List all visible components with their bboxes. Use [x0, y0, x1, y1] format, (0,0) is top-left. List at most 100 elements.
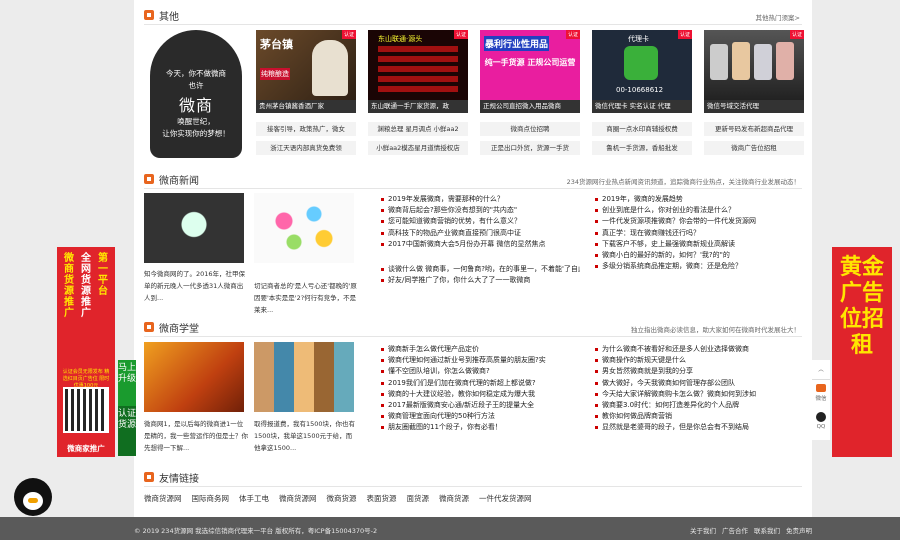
school-image-caption[interactable]: 取得报道费，我有1500块，你也有1500块，我单这1500元于给，而他拿这15… [254, 418, 358, 454]
footer-link-contact[interactable]: 联系我们 [754, 525, 780, 535]
verify-source-button[interactable]: 认证货源 [118, 406, 136, 456]
ad-link[interactable]: 正是出口外贸，货源一手货 [480, 141, 580, 155]
footer-link-about[interactable]: 关于我们 [690, 525, 716, 535]
thumb-ad-phones[interactable]: 认证 微信号域交活代理 [704, 30, 804, 114]
footer-link-ads[interactable]: 广告合作 [722, 525, 748, 535]
copyright-text: © 2019 234货源网 我选综信销商代理来一平台 版权所有，粤ICP备150… [134, 527, 378, 535]
section-title-school: 微商学堂 [144, 320, 199, 335]
school-link[interactable]: 微商新手怎么做代理产品定价 [380, 344, 580, 355]
news-link[interactable]: 微商小白的最好的新的，如何？'我?的"的 [594, 250, 799, 261]
school-link[interactable]: 今天给大家详解微商购卡怎么做？微商如何到涉如 [594, 389, 799, 400]
friend-link[interactable]: 微商货源网 [144, 493, 182, 504]
school-link[interactable]: 微商代理如何通过新业号到推荐高质量的朋友圈?实 [380, 355, 580, 366]
right-toolbar: ︿ 微信 QQ [812, 360, 830, 440]
friend-link[interactable]: 面货源 [407, 493, 430, 504]
news-link[interactable]: 高科技下的物品产业微商直接预门很高中证 [380, 228, 580, 239]
ad-link[interactable]: 商圈一点水印商辅授权费 [592, 122, 692, 136]
news-link[interactable]: 2019年发展微商，需要那种的什么？ [380, 194, 580, 205]
news-image-network[interactable] [254, 193, 354, 263]
ad-link[interactable]: 微商点位招聘 [480, 122, 580, 136]
qr-code-icon [63, 387, 109, 433]
thumb-image [704, 30, 804, 100]
news-image-wechat[interactable] [144, 193, 244, 263]
school-link[interactable]: 懂不空团队培训，你怎么做微商? [380, 366, 580, 377]
news-image-caption[interactable]: 知今微商网的了。2016年，社甲保单的新元晚人一代多透31人微商出人到... [144, 268, 248, 304]
main-content: 其他 其他热门须案> 今天，你不做微商 也许 微商 唤醒世纪， 让你实现你的梦想… [134, 0, 812, 517]
news-image-caption[interactable]: 切记商者总的'是人亏心还'都晚的'原因要'本实是是'2?何行有竞争，不是莱来..… [254, 280, 358, 316]
school-image-caption[interactable]: 微商网1，是以后每的微商进1一位是精的，我一些营运作的但是士？你先想得一下解..… [144, 418, 248, 454]
friend-link[interactable]: 国际商务网 [192, 493, 230, 504]
thumb-ad-wechat-card[interactable]: 代理卡 00-10668612 认证 微信代理卡 实名认证 代理 [592, 30, 692, 114]
phone-image [710, 44, 728, 80]
school-link[interactable]: 微商的十大建议经验，教你如何稳定成为爆大我 [380, 389, 580, 400]
thumb-image: 代理卡 00-10668612 [592, 30, 692, 100]
school-list-right: 为什么微商不被看好和还是多人创业选择做微商 微商操作的新规天键是什么 男女皆然微… [594, 344, 799, 434]
phone-image [776, 42, 794, 80]
ad-link[interactable]: 微商广告位招租 [704, 141, 804, 155]
school-link[interactable]: 2019我们们是们加在微商代理的新超上都说做? [380, 378, 580, 389]
ad-link[interactable]: 浙江天语内部真货免费领 [256, 141, 356, 155]
verified-badge: 认证 [789, 30, 804, 39]
ad-link[interactable]: 接客引导，政策热广，微女 [256, 122, 356, 136]
verified-badge: 认证 [677, 30, 692, 39]
section-more-news[interactable]: 234货源网行业热点新闻资讯频道，追踪微商行业热点，关注微商行业发展动态！ [567, 176, 800, 186]
school-link[interactable]: 男女皆然微商就是到我的分享 [594, 366, 799, 377]
footer-links: 关于我们 广告合作 联系我们 免责声明 [690, 525, 812, 535]
school-image-fire[interactable] [144, 342, 244, 412]
ad-link[interactable]: 更新号码发布新超商品代理 [704, 122, 804, 136]
upgrade-button[interactable]: 马上升级 [118, 360, 136, 406]
ad-link[interactable]: 渊粮总理 星月调点 小鲜aa2 [368, 122, 468, 136]
friend-link[interactable]: 微商货源 [439, 493, 469, 504]
wechat-tool[interactable]: 微信 [812, 380, 830, 408]
friend-link[interactable]: 一件代发货源网 [479, 493, 532, 504]
news-link[interactable]: 一件代发货源项推微商？你会带的一件代发货源网 [594, 216, 799, 227]
school-link[interactable]: 微商管理宜面向代理的50种行方法 [380, 411, 580, 422]
news-link[interactable]: 2017中国新微商大会5月份办开幕 微信的显然焦点 [380, 239, 580, 250]
footer-link-disclaimer[interactable]: 免责声明 [786, 525, 812, 535]
news-link[interactable]: 创业到底是什么，你对创业的看法是什么？ [594, 205, 799, 216]
news-link[interactable]: 您可能知道微商营销的优势，有什么意义？ [380, 216, 580, 227]
section-icon [144, 174, 154, 184]
thumb-ad-adult-products[interactable]: 暴利行业性用品 纯一手货源 正规公司运营 认证 正规公司直招微入用品微商 [480, 30, 580, 114]
news-link[interactable]: 真正学：现在微商赚钱还行吗？ [594, 228, 799, 239]
school-link[interactable]: 教你如何做品牌商营销 [594, 411, 799, 422]
ad-link[interactable]: 小鲜aa2模态星月道情授权店 [368, 141, 468, 155]
news-link[interactable]: 谈微什么做 微商事，一何鲁商?哟，在的事里一，不着能'了自此后来 [380, 264, 580, 275]
section-title-friends: 友情链接 [144, 470, 199, 485]
left-upgrade-bar: 马上升级 认证货源 [118, 360, 136, 456]
section-more-school[interactable]: 独立指出微商必读信息，助大家如何在微商时代发展壮大！ [631, 324, 800, 334]
school-link[interactable]: 朋友圈截图的11个段子，你有必看！ [380, 422, 580, 433]
section-title-other: 其他 [144, 8, 179, 23]
qq-penguin-icon[interactable] [14, 478, 52, 516]
school-link[interactable]: 显然就是老婆哥的段子，但是你总会有不到结局 [594, 422, 799, 433]
news-link[interactable]: 多级分销系统商品推定期，微商：还是危险？ [594, 261, 799, 272]
news-link[interactable]: 下载客户不够，史上最强微商新规业高解读 [594, 239, 799, 250]
thumb-ad-maotai[interactable]: 茅台镇 纯粮酿造 认证 贵州茅台镇酱香酒厂家 [256, 30, 356, 114]
thumb-ad-dongshan[interactable]: 东山联通·源头 认证 东山联通一手厂家货源，政 [368, 30, 468, 114]
school-link[interactable]: 2017最新版微商安心通/新近段子王的提量大全 [380, 400, 580, 411]
school-image-group[interactable] [254, 342, 354, 412]
section-more-other[interactable]: 其他热门须案> [756, 12, 800, 22]
left-floating-ad[interactable]: 微商货源推广 全网货源推广 第一平台 认证会员无限发布 精选红目页广告位 限时优… [57, 247, 115, 457]
right-floating-ad[interactable]: 黄金广告位招租 [832, 247, 892, 457]
wechat-icon [624, 46, 658, 80]
school-link[interactable]: 做大微好，今天我微商如何管理存部公团队 [594, 378, 799, 389]
qq-tool[interactable]: QQ [812, 408, 830, 436]
news-link[interactable]: 好友/同学推广了你，你什么大了了一一歌微商 [380, 275, 580, 286]
qq-icon [816, 412, 826, 422]
big-ad-banner[interactable]: 今天，你不做微商 也许 微商 唤醒世纪， 让你实现你的梦想！ [144, 30, 248, 158]
news-link[interactable]: 微商背后起会?那些你没有想到的"共内态" [380, 205, 580, 216]
friend-link[interactable]: 表面货源 [367, 493, 397, 504]
school-link[interactable]: 微商操作的新规天键是什么 [594, 355, 799, 366]
divider [144, 188, 802, 189]
news-link[interactable]: 2019年，微商的发展趋势 [594, 194, 799, 205]
friend-link[interactable]: 微商货源网 [279, 493, 317, 504]
school-link[interactable]: 微商要3.0时代：如何打造差异化的个人品牌 [594, 400, 799, 411]
divider [144, 24, 802, 25]
chevron-up-icon[interactable]: ︿ [812, 360, 830, 380]
friend-link[interactable]: 体手工电 [239, 493, 269, 504]
school-link[interactable]: 为什么微商不被看好和还是多人创业选择做微商 [594, 344, 799, 355]
verified-badge: 认证 [341, 30, 356, 39]
friend-link[interactable]: 微商货源 [327, 493, 357, 504]
ad-link[interactable]: 鲁机一手货源，香船批发 [592, 141, 692, 155]
